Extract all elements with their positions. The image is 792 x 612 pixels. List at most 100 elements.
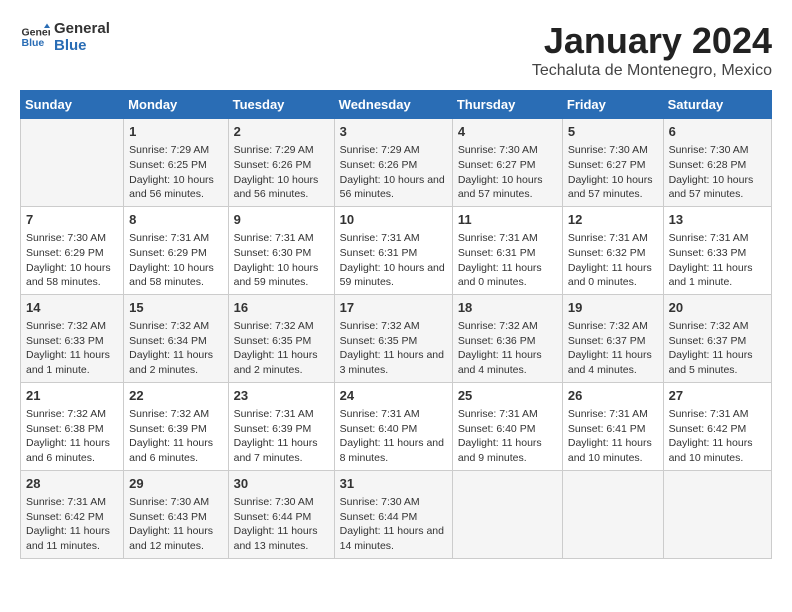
cell-content: Sunrise: 7:31 AM Sunset: 6:31 PM Dayligh… bbox=[340, 231, 447, 290]
day-number: 13 bbox=[669, 211, 766, 229]
page-subtitle: Techaluta de Montenegro, Mexico bbox=[532, 62, 772, 80]
calendar-cell: 24Sunrise: 7:31 AM Sunset: 6:40 PM Dayli… bbox=[334, 382, 452, 470]
cell-content: Sunrise: 7:30 AM Sunset: 6:44 PM Dayligh… bbox=[340, 495, 447, 554]
day-number: 23 bbox=[234, 387, 329, 405]
day-number: 3 bbox=[340, 123, 447, 141]
calendar-cell bbox=[21, 119, 124, 207]
calendar-cell: 23Sunrise: 7:31 AM Sunset: 6:39 PM Dayli… bbox=[228, 382, 334, 470]
calendar-cell: 31 Sunrise: 7:30 AM Sunset: 6:44 PM Dayli… bbox=[334, 470, 452, 558]
calendar-cell: 13Sunrise: 7:31 AM Sunset: 6:33 PM Dayli… bbox=[663, 206, 771, 294]
calendar-cell: 21 Sunrise: 7:32 AM Sunset: 6:38 PM Dayli… bbox=[21, 382, 124, 470]
cell-content: Sunrise: 7:31 AM Sunset: 6:42 PM Dayligh… bbox=[26, 495, 118, 554]
calendar-week-row: 28Sunrise: 7:31 AM Sunset: 6:42 PM Dayli… bbox=[21, 470, 772, 558]
calendar-day-header: Wednesday bbox=[334, 91, 452, 119]
calendar-table: SundayMondayTuesdayWednesdayThursdayFrid… bbox=[20, 90, 772, 559]
calendar-cell: 16 Sunrise: 7:32 AM Sunset: 6:35 PM Dayli… bbox=[228, 294, 334, 382]
cell-content: Sunrise: 7:32 AM Sunset: 6:37 PM Dayligh… bbox=[669, 319, 766, 378]
calendar-cell bbox=[562, 470, 663, 558]
calendar-cell: 12 Sunrise: 7:31 AM Sunset: 6:32 PM Dayli… bbox=[562, 206, 663, 294]
calendar-cell: 17Sunrise: 7:32 AM Sunset: 6:35 PM Dayli… bbox=[334, 294, 452, 382]
day-number: 21 bbox=[26, 387, 118, 405]
calendar-cell: 18 Sunrise: 7:32 AM Sunset: 6:36 PM Dayli… bbox=[452, 294, 562, 382]
day-number: 27 bbox=[669, 387, 766, 405]
day-number: 25 bbox=[458, 387, 557, 405]
day-number: 5 bbox=[568, 123, 658, 141]
calendar-cell: 27 Sunrise: 7:31 AM Sunset: 6:42 PM Dayli… bbox=[663, 382, 771, 470]
cell-content: Sunrise: 7:32 AM Sunset: 6:35 PM Dayligh… bbox=[340, 319, 447, 378]
cell-content: Sunrise: 7:29 AM Sunset: 6:25 PM Dayligh… bbox=[129, 143, 222, 202]
cell-content: Sunrise: 7:32 AM Sunset: 6:35 PM Dayligh… bbox=[234, 319, 329, 378]
cell-content: Sunrise: 7:32 AM Sunset: 6:33 PM Dayligh… bbox=[26, 319, 118, 378]
day-number: 4 bbox=[458, 123, 557, 141]
cell-content: Sunrise: 7:31 AM Sunset: 6:40 PM Dayligh… bbox=[458, 407, 557, 466]
calendar-day-header: Tuesday bbox=[228, 91, 334, 119]
calendar-cell: 10 Sunrise: 7:31 AM Sunset: 6:31 PM Dayli… bbox=[334, 206, 452, 294]
cell-content: Sunrise: 7:31 AM Sunset: 6:30 PM Dayligh… bbox=[234, 231, 329, 290]
svg-text:Blue: Blue bbox=[22, 37, 45, 49]
day-number: 2 bbox=[234, 123, 329, 141]
calendar-header-row: SundayMondayTuesdayWednesdayThursdayFrid… bbox=[21, 91, 772, 119]
calendar-day-header: Sunday bbox=[21, 91, 124, 119]
header: General Blue General Blue January 2024 T… bbox=[20, 20, 772, 80]
logo-line1: General bbox=[54, 20, 110, 37]
calendar-week-row: 21 Sunrise: 7:32 AM Sunset: 6:38 PM Dayli… bbox=[21, 382, 772, 470]
calendar-day-header: Monday bbox=[124, 91, 228, 119]
calendar-day-header: Thursday bbox=[452, 91, 562, 119]
day-number: 18 bbox=[458, 299, 557, 317]
day-number: 10 bbox=[340, 211, 447, 229]
calendar-cell: 29 Sunrise: 7:30 AM Sunset: 6:43 PM Dayli… bbox=[124, 470, 228, 558]
calendar-cell: 7 Sunrise: 7:30 AM Sunset: 6:29 PM Daylig… bbox=[21, 206, 124, 294]
cell-content: Sunrise: 7:30 AM Sunset: 6:27 PM Dayligh… bbox=[458, 143, 557, 202]
calendar-body: 1 Sunrise: 7:29 AM Sunset: 6:25 PM Daylig… bbox=[21, 119, 772, 559]
calendar-cell: 30Sunrise: 7:30 AM Sunset: 6:44 PM Dayli… bbox=[228, 470, 334, 558]
day-number: 7 bbox=[26, 211, 118, 229]
calendar-cell: 8 Sunrise: 7:31 AM Sunset: 6:29 PM Daylig… bbox=[124, 206, 228, 294]
title-block: January 2024 Techaluta de Montenegro, Me… bbox=[532, 20, 772, 80]
day-number: 19 bbox=[568, 299, 658, 317]
cell-content: Sunrise: 7:31 AM Sunset: 6:41 PM Dayligh… bbox=[568, 407, 658, 466]
cell-content: Sunrise: 7:32 AM Sunset: 6:34 PM Dayligh… bbox=[129, 319, 222, 378]
calendar-day-header: Friday bbox=[562, 91, 663, 119]
calendar-cell: 3Sunrise: 7:29 AM Sunset: 6:26 PM Daylig… bbox=[334, 119, 452, 207]
calendar-cell: 25 Sunrise: 7:31 AM Sunset: 6:40 PM Dayli… bbox=[452, 382, 562, 470]
day-number: 12 bbox=[568, 211, 658, 229]
cell-content: Sunrise: 7:29 AM Sunset: 6:26 PM Dayligh… bbox=[234, 143, 329, 202]
day-number: 20 bbox=[669, 299, 766, 317]
calendar-week-row: 1 Sunrise: 7:29 AM Sunset: 6:25 PM Daylig… bbox=[21, 119, 772, 207]
calendar-cell: 4 Sunrise: 7:30 AM Sunset: 6:27 PM Daylig… bbox=[452, 119, 562, 207]
cell-content: Sunrise: 7:30 AM Sunset: 6:29 PM Dayligh… bbox=[26, 231, 118, 290]
day-number: 6 bbox=[669, 123, 766, 141]
logo-icon: General Blue bbox=[20, 22, 50, 52]
cell-content: Sunrise: 7:31 AM Sunset: 6:29 PM Dayligh… bbox=[129, 231, 222, 290]
day-number: 29 bbox=[129, 475, 222, 493]
day-number: 1 bbox=[129, 123, 222, 141]
cell-content: Sunrise: 7:32 AM Sunset: 6:37 PM Dayligh… bbox=[568, 319, 658, 378]
calendar-week-row: 7 Sunrise: 7:30 AM Sunset: 6:29 PM Daylig… bbox=[21, 206, 772, 294]
cell-content: Sunrise: 7:31 AM Sunset: 6:32 PM Dayligh… bbox=[568, 231, 658, 290]
cell-content: Sunrise: 7:30 AM Sunset: 6:44 PM Dayligh… bbox=[234, 495, 329, 554]
calendar-cell: 1 Sunrise: 7:29 AM Sunset: 6:25 PM Daylig… bbox=[124, 119, 228, 207]
day-number: 11 bbox=[458, 211, 557, 229]
cell-content: Sunrise: 7:30 AM Sunset: 6:43 PM Dayligh… bbox=[129, 495, 222, 554]
cell-content: Sunrise: 7:31 AM Sunset: 6:31 PM Dayligh… bbox=[458, 231, 557, 290]
day-number: 31 bbox=[340, 475, 447, 493]
calendar-cell: 5Sunrise: 7:30 AM Sunset: 6:27 PM Daylig… bbox=[562, 119, 663, 207]
cell-content: Sunrise: 7:30 AM Sunset: 6:28 PM Dayligh… bbox=[669, 143, 766, 202]
day-number: 9 bbox=[234, 211, 329, 229]
day-number: 8 bbox=[129, 211, 222, 229]
calendar-cell: 15Sunrise: 7:32 AM Sunset: 6:34 PM Dayli… bbox=[124, 294, 228, 382]
cell-content: Sunrise: 7:31 AM Sunset: 6:42 PM Dayligh… bbox=[669, 407, 766, 466]
cell-content: Sunrise: 7:32 AM Sunset: 6:39 PM Dayligh… bbox=[129, 407, 222, 466]
day-number: 22 bbox=[129, 387, 222, 405]
calendar-cell: 26Sunrise: 7:31 AM Sunset: 6:41 PM Dayli… bbox=[562, 382, 663, 470]
cell-content: Sunrise: 7:32 AM Sunset: 6:36 PM Dayligh… bbox=[458, 319, 557, 378]
calendar-cell: 19 Sunrise: 7:32 AM Sunset: 6:37 PM Dayli… bbox=[562, 294, 663, 382]
calendar-cell: 20 Sunrise: 7:32 AM Sunset: 6:37 PM Dayli… bbox=[663, 294, 771, 382]
calendar-day-header: Saturday bbox=[663, 91, 771, 119]
day-number: 24 bbox=[340, 387, 447, 405]
day-number: 14 bbox=[26, 299, 118, 317]
cell-content: Sunrise: 7:32 AM Sunset: 6:38 PM Dayligh… bbox=[26, 407, 118, 466]
day-number: 16 bbox=[234, 299, 329, 317]
calendar-cell bbox=[452, 470, 562, 558]
calendar-cell: 6 Sunrise: 7:30 AM Sunset: 6:28 PM Daylig… bbox=[663, 119, 771, 207]
